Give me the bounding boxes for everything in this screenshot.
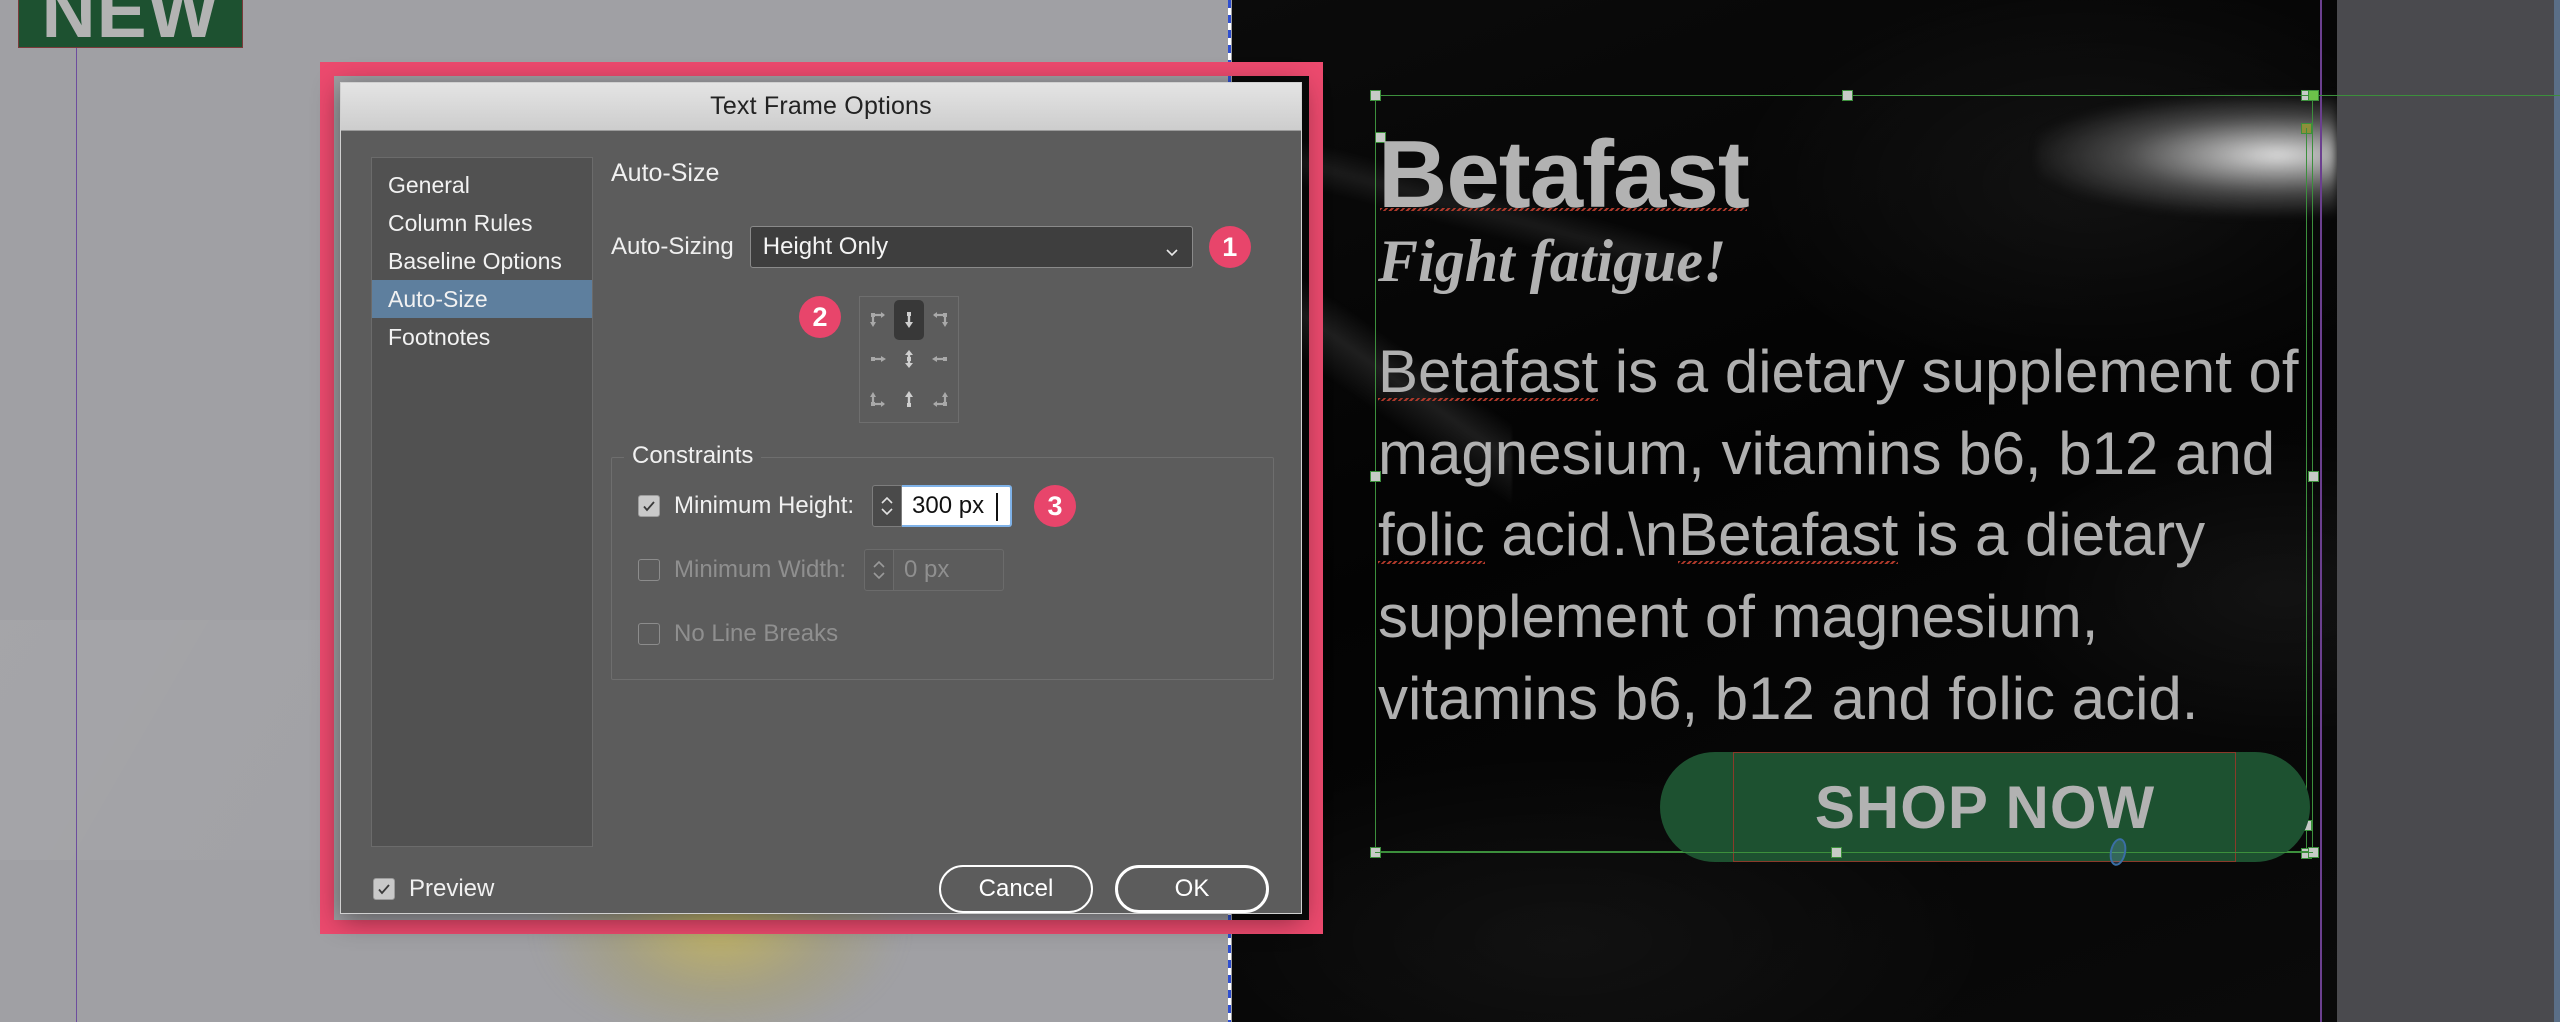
sidebar-item-label: Column Rules — [388, 209, 533, 236]
sidebar-item-footnotes[interactable]: Footnotes — [372, 318, 592, 356]
preview-checkbox[interactable] — [373, 878, 395, 900]
minimum-width-label: Minimum Width: — [674, 556, 847, 583]
sidebar-item-label: Footnotes — [388, 323, 491, 350]
preview-label: Preview — [409, 875, 495, 902]
auto-size-reference-point-grid[interactable] — [859, 296, 959, 423]
minimum-width-row: Minimum Width: 0 px — [638, 548, 1273, 592]
arrow-down-icon — [904, 311, 913, 328]
check-icon — [378, 884, 390, 895]
minimum-width-value: 0 px — [904, 556, 950, 583]
arrow-left-up-icon — [932, 392, 948, 408]
constraints-group: Constraints Minimum Height: 300 px 3 Min… — [611, 442, 1274, 680]
text-caret — [996, 493, 999, 521]
artwork-subhead[interactable]: Fight fatigue! — [1378, 231, 2323, 291]
dialog-sidebar[interactable]: General Column Rules Baseline Options Au… — [371, 157, 593, 847]
sidebar-item-general[interactable]: General — [372, 166, 592, 204]
check-icon — [643, 501, 655, 512]
auto-size-panel: Auto-Size Auto-Sizing Height Only 1 2 Co… — [593, 157, 1274, 847]
chevron-up-icon — [881, 496, 893, 504]
minimum-height-label: Minimum Height: — [674, 492, 855, 519]
preview-toggle[interactable]: Preview — [373, 875, 494, 903]
sidebar-item-auto-size[interactable]: Auto-Size — [372, 280, 592, 318]
sidebar-item-label: Baseline Options — [388, 247, 562, 274]
sidebar-item-baseline-options[interactable]: Baseline Options — [372, 242, 592, 280]
annotation-badge-1: 1 — [1208, 226, 1251, 268]
auto-sizing-value: Height Only — [762, 233, 889, 260]
anchor-top-left[interactable] — [863, 300, 894, 340]
annotation-badge-3: 3 — [1034, 485, 1077, 527]
anchor-middle-center[interactable] — [894, 340, 925, 380]
panel-heading: Auto-Size — [611, 159, 720, 187]
constraints-legend: Constraints — [624, 442, 762, 470]
chevron-up-icon — [873, 560, 885, 568]
dialog-body: General Column Rules Baseline Options Au… — [341, 131, 1301, 847]
anchor-grid-row: 2 — [799, 296, 1274, 423]
chevron-down-icon — [873, 572, 885, 580]
minimum-height-stepper[interactable] — [872, 485, 903, 527]
arrow-up-icon — [904, 391, 913, 408]
selection-baseline-rule — [1375, 852, 2313, 853]
artwork-body-segment-1: Betafast — [1378, 338, 1599, 406]
sidebar-item-column-rules[interactable]: Column Rules — [372, 204, 592, 242]
new-badge[interactable]: NEW — [18, 0, 243, 48]
no-line-breaks-row: No Line Breaks — [638, 612, 1273, 656]
artwork-body-segment-5: Betafast — [1678, 501, 1899, 569]
artwork-body-segment-3: folic — [1378, 501, 1485, 569]
artwork-text-block: Betafast Fight fatigue! Betafast is a di… — [1378, 98, 2323, 739]
minimum-width-checkbox[interactable] — [638, 559, 660, 581]
sidebar-item-label: General — [388, 171, 470, 198]
minimum-width-stepper — [864, 549, 895, 591]
cancel-button[interactable]: Cancel — [939, 865, 1093, 913]
anchor-bottom-center[interactable] — [894, 379, 925, 419]
no-line-breaks-label: No Line Breaks — [674, 620, 839, 647]
artwork-headline[interactable]: Betafast — [1378, 126, 1750, 222]
anchor-bottom-left[interactable] — [863, 379, 894, 419]
no-line-breaks-checkbox[interactable] — [638, 623, 660, 645]
text-frame-options-dialog: Text Frame Options General Column Rules … — [340, 82, 1302, 914]
pasteboard-right — [2337, 0, 2560, 1022]
arrow-up-down-icon — [904, 350, 913, 369]
window-right-edge — [2554, 0, 2560, 1022]
minimum-height-checkbox[interactable] — [638, 495, 660, 517]
sidebar-item-label: Auto-Size — [388, 285, 488, 312]
chevron-down-icon — [881, 508, 893, 516]
anchor-top-right[interactable] — [924, 300, 955, 340]
artwork-body-copy[interactable]: Betafast is a dietary supplement of magn… — [1378, 331, 2323, 739]
arrow-left-icon — [931, 356, 947, 363]
ok-button[interactable]: OK — [1115, 865, 1269, 913]
guide-vertical-left — [76, 0, 77, 1022]
anchor-middle-left[interactable] — [863, 340, 894, 380]
anchor-middle-right[interactable] — [924, 340, 955, 380]
minimum-width-input: 0 px — [894, 549, 1005, 591]
auto-sizing-select[interactable]: Height Only — [749, 226, 1193, 268]
shop-now-frame-outline — [1733, 752, 2236, 862]
arrow-right-icon — [871, 356, 887, 363]
new-badge-label: NEW — [41, 0, 220, 53]
anchor-bottom-right[interactable] — [924, 379, 955, 419]
minimum-height-row: Minimum Height: 300 px 3 — [638, 484, 1273, 528]
auto-sizing-row: Auto-Sizing Height Only 1 — [611, 226, 1274, 268]
dialog-titlebar[interactable]: Text Frame Options — [341, 83, 1301, 131]
minimum-height-value: 300 px — [912, 492, 985, 519]
auto-sizing-label: Auto-Sizing — [611, 233, 734, 260]
artwork-body-segment-4: acid.\n — [1484, 501, 1679, 569]
anchor-top-center[interactable] — [893, 300, 925, 340]
arrow-left-down-icon — [932, 311, 948, 327]
arrow-right-up-icon — [870, 392, 886, 408]
annotation-badge-2: 2 — [799, 296, 841, 338]
chevron-down-icon — [1164, 239, 1180, 257]
dialog-title: Text Frame Options — [710, 92, 932, 120]
arrow-right-down-icon — [870, 311, 886, 327]
dialog-footer: Preview Cancel OK — [341, 847, 1301, 913]
selection-handle-baseline[interactable] — [1831, 847, 1842, 858]
minimum-height-input[interactable]: 300 px — [902, 485, 1013, 527]
